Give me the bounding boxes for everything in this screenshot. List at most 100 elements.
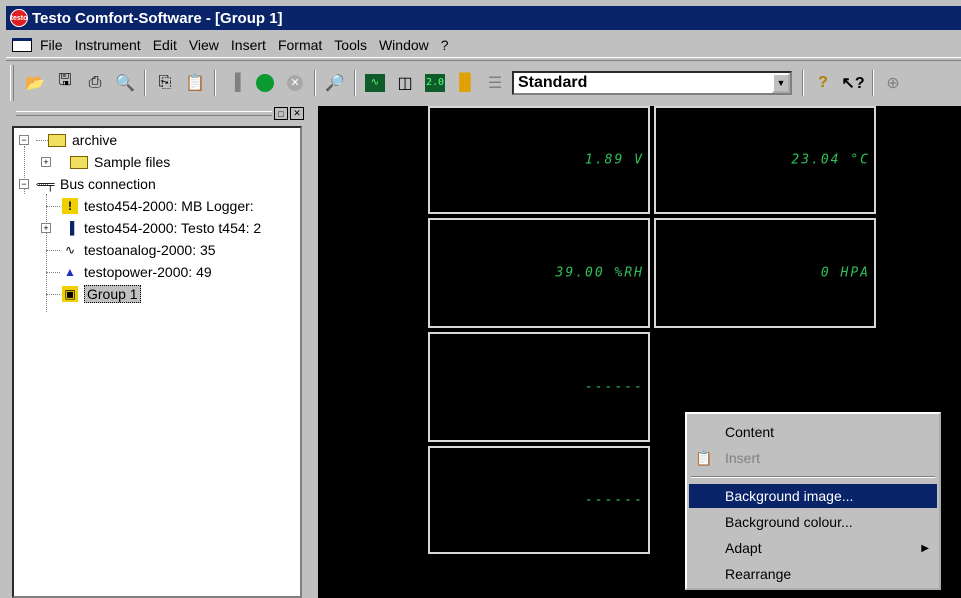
table-icon[interactable]: ◫	[393, 71, 417, 95]
submenu-arrow-icon: ▶	[921, 542, 929, 554]
group-icon: ▣	[62, 286, 78, 302]
paste-icon: 📋	[695, 449, 713, 466]
pane-close-button[interactable]: ✕	[290, 107, 304, 120]
menu-window[interactable]: Window	[379, 37, 429, 53]
tree-item-group-1[interactable]: ▣ Group 1	[62, 283, 141, 305]
context-menu-background-colour[interactable]: Background colour...	[689, 510, 937, 534]
device-tree: − archive + Sample files − ═╤ Bus connec…	[12, 126, 302, 598]
tree-item-label: testopower-2000: 49	[84, 264, 212, 280]
paste-icon[interactable]: 📋	[183, 71, 207, 95]
pane-header: □ ✕	[6, 106, 308, 122]
graph-icon[interactable]: ∿	[363, 71, 387, 95]
tree-item-testopower[interactable]: ▲ testopower-2000: 49	[62, 261, 212, 283]
tree-item-mb-logger[interactable]: ! testo454-2000: MB Logger:	[62, 195, 254, 217]
tree-item-testo-t454[interactable]: ▐ testo454-2000: Testo t454: 2	[62, 217, 261, 239]
measurement-panel[interactable]: 1.89 V	[428, 106, 650, 214]
toolbar-separator	[802, 69, 804, 96]
context-menu-adapt[interactable]: Adapt ▶	[689, 536, 937, 560]
context-menu: Content 📋 Insert Background image... Bac…	[685, 412, 941, 590]
expand-toggle[interactable]: +	[41, 223, 51, 233]
testo-logo-icon[interactable]: testo	[10, 9, 28, 27]
toolbar-separator	[872, 69, 874, 96]
tree-item-label: Bus connection	[60, 176, 156, 192]
measurement-value: 39.00 %RH	[555, 265, 644, 281]
tree-item-sample-files[interactable]: Sample files	[70, 151, 170, 173]
view-layout-select[interactable]: Standard ▼	[512, 70, 792, 95]
analog-graph-icon: ∿	[64, 243, 76, 257]
power-triangle-icon: ▲	[64, 265, 76, 279]
instrument-icon[interactable]: ▐	[223, 71, 247, 95]
tree-item-label: Group 1	[84, 285, 141, 303]
tree-connector	[46, 272, 60, 273]
context-menu-background-image[interactable]: Background image...	[689, 484, 937, 508]
tree-item-testoanalog[interactable]: ∿ testoanalog-2000: 35	[62, 239, 216, 261]
measurement-panel[interactable]: ------	[428, 332, 650, 442]
application-window: testo Testo Comfort-Software - [Group 1]…	[0, 0, 961, 598]
context-menu-rearrange[interactable]: Rearrange	[689, 562, 937, 586]
stop-icon[interactable]: ✕	[283, 71, 307, 95]
measurement-panel[interactable]: 39.00 %RH	[428, 218, 650, 328]
save-icon[interactable]: 🖫	[53, 71, 77, 95]
measurement-value: ------	[585, 379, 644, 395]
toolbar-separator	[144, 69, 146, 96]
measurement-value: 0 HPA	[820, 265, 870, 281]
logger-warning-icon: !	[62, 198, 78, 214]
menu-item-label: Background image...	[725, 488, 854, 504]
tree-connector	[46, 250, 60, 251]
context-menu-insert[interactable]: 📋 Insert	[689, 446, 937, 470]
measurement-value: ------	[585, 492, 644, 508]
instrument-icon: ▐	[65, 221, 75, 235]
tree-item-archive[interactable]: archive	[48, 129, 117, 151]
measurement-panel[interactable]: 0 HPA	[654, 218, 876, 328]
menu-bar: File Instrument Edit View Insert Format …	[6, 32, 961, 58]
find-icon[interactable]: 🔎	[323, 71, 347, 95]
menu-help[interactable]: ?	[441, 37, 449, 53]
pane-drag-handle[interactable]	[16, 111, 272, 116]
open-icon[interactable]: 📂	[23, 71, 47, 95]
expand-toggle[interactable]: +	[41, 157, 51, 167]
network-bus-icon: ═╤	[37, 177, 55, 191]
menu-item-label: Background colour...	[725, 514, 853, 530]
tree-connector	[46, 206, 60, 207]
toolbar-separator	[314, 69, 316, 96]
menu-tools[interactable]: Tools	[334, 37, 367, 53]
measurement-value: 23.04 °C	[791, 152, 870, 168]
bar-chart-icon[interactable]: ▐▌	[453, 71, 477, 95]
print-icon[interactable]: ⎙	[83, 71, 107, 95]
context-help-icon[interactable]: ↖?	[841, 71, 865, 95]
pane-dock-button[interactable]: □	[274, 107, 288, 120]
menu-instrument[interactable]: Instrument	[75, 37, 141, 53]
measurement-panel[interactable]: 23.04 °C	[654, 106, 876, 214]
collapse-toggle[interactable]: −	[19, 179, 29, 189]
tree-item-label: testoanalog-2000: 35	[84, 242, 216, 258]
collapse-toggle[interactable]: −	[19, 135, 29, 145]
menu-edit[interactable]: Edit	[153, 37, 177, 53]
menu-item-label: Rearrange	[725, 566, 792, 582]
menu-item-label: Adapt	[725, 540, 762, 556]
print-preview-icon[interactable]: 🔍	[113, 71, 137, 95]
menu-item-label: Insert	[725, 450, 761, 466]
menu-format[interactable]: Format	[278, 37, 322, 53]
menu-item-label: Content	[725, 424, 775, 440]
list-icon[interactable]: ☰	[483, 71, 507, 95]
tree-connector	[46, 294, 60, 295]
measurement-panel[interactable]: ------	[428, 446, 650, 554]
digital-display-icon[interactable]: 2.0	[423, 71, 447, 95]
menu-file[interactable]: File	[40, 37, 63, 53]
document-window-icon[interactable]	[12, 37, 32, 52]
main-toolbar: 📂 🖫 ⎙ 🔍 ⎘ 📋 ▐ ✕ 🔎 ∿ ◫ 2.0 ▐▌ ☰ Standard …	[6, 60, 961, 104]
measurement-value: 1.89 V	[585, 152, 644, 168]
context-menu-content[interactable]: Content	[689, 420, 937, 444]
menu-view[interactable]: View	[189, 37, 219, 53]
view-layout-value: Standard	[518, 73, 588, 91]
menu-insert[interactable]: Insert	[231, 37, 266, 53]
chevron-down-icon[interactable]: ▼	[772, 72, 790, 93]
copy-icon[interactable]: ⎘	[153, 71, 177, 95]
help-icon[interactable]: ?	[811, 71, 835, 95]
zoom-icon[interactable]: ⊕	[881, 71, 905, 95]
tree-item-bus-connection[interactable]: ═╤ Bus connection	[38, 173, 156, 195]
title-bar: testo Testo Comfort-Software - [Group 1]	[6, 6, 961, 30]
folder-icon	[70, 155, 88, 169]
record-icon[interactable]	[253, 71, 277, 95]
toolbar-grip[interactable]	[10, 64, 14, 101]
